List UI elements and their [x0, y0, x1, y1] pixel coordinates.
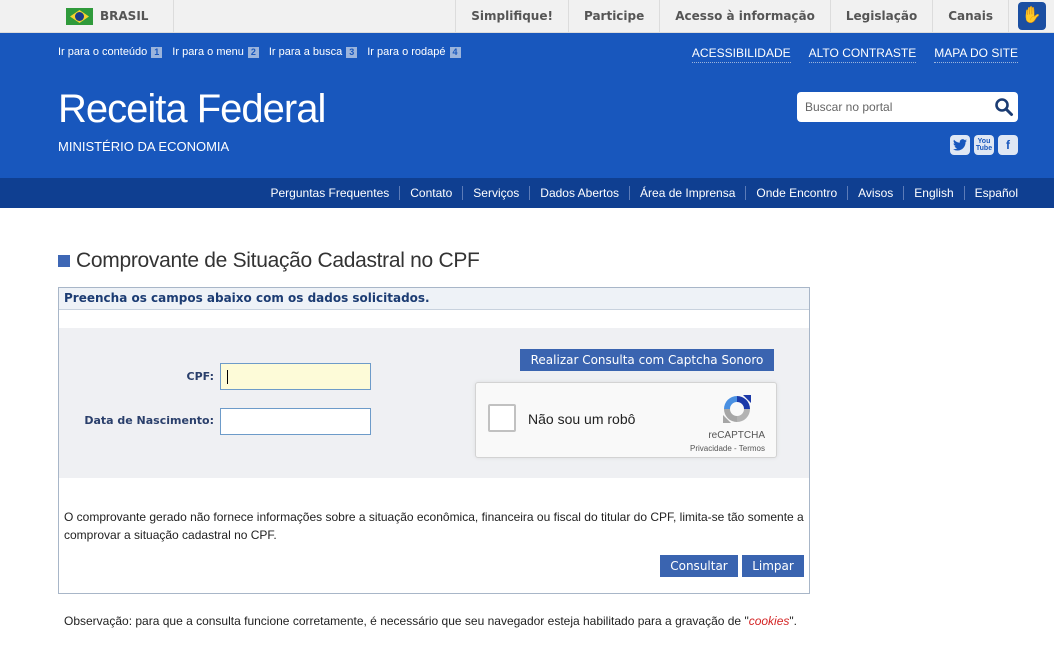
facebook-icon[interactable]: f	[998, 135, 1018, 155]
recaptcha-checkbox[interactable]	[488, 404, 516, 432]
accessibility-link[interactable]: ACESSIBILIDADE	[691, 46, 791, 63]
search-icon[interactable]	[994, 97, 1014, 117]
skip-link-label: Ir para o menu	[172, 46, 244, 58]
vlibras-button[interactable]: ✋	[1008, 0, 1054, 32]
form-fields-panel: CPF: Data de Nascimento: Realizar Consul…	[59, 328, 809, 478]
main-nav: Perguntas Frequentes Contato Serviços Da…	[0, 178, 1054, 208]
cpf-form: Preencha os campos abaixo com os dados s…	[58, 287, 810, 594]
skip-link-label: Ir para o rodapé	[367, 46, 446, 58]
cookies-note: Observação: para que a consulta funcione…	[64, 614, 797, 628]
consultar-button[interactable]: Consultar	[660, 555, 738, 577]
birth-date-label: Data de Nascimento:	[84, 414, 214, 427]
skip-key: 4	[449, 46, 461, 58]
note-prefix: Observação: para que a consulta funcione…	[64, 614, 749, 628]
skip-to-search[interactable]: Ir para a busca 3	[268, 46, 358, 58]
brasil-link[interactable]: BRASIL	[0, 0, 174, 32]
site-header: Ir para o conteúdo 1 Ir para o menu 2 Ir p…	[0, 33, 1054, 178]
recaptcha-brand: reCAPTCHA	[708, 430, 765, 441]
nav-avisos[interactable]: Avisos	[847, 186, 903, 200]
nav-area-imprensa[interactable]: Área de Imprensa	[629, 186, 745, 200]
search-box	[797, 92, 1018, 122]
skip-to-content[interactable]: Ir para o conteúdo 1	[58, 46, 163, 58]
youtube-icon[interactable]: You Tube	[974, 135, 994, 155]
gov-link-canais[interactable]: Canais	[932, 0, 1008, 32]
site-title[interactable]: Receita Federal	[58, 87, 326, 132]
youtube-glyph: Tube	[975, 145, 993, 152]
birth-date-input[interactable]	[220, 408, 371, 435]
brazil-flag-icon	[66, 8, 93, 25]
text-caret	[227, 370, 228, 384]
audio-captcha-button[interactable]: Realizar Consulta com Captcha Sonoro	[520, 349, 774, 371]
limpar-button[interactable]: Limpar	[742, 555, 804, 577]
nav-dados-abertos[interactable]: Dados Abertos	[529, 186, 629, 200]
skip-links: Ir para o conteúdo 1 Ir para o menu 2 Ir p…	[58, 46, 461, 58]
note-suffix: ".	[789, 614, 797, 628]
gov-bar: BRASIL Simplifique! Participe Acesso à i…	[0, 0, 1054, 33]
skip-link-label: Ir para o conteúdo	[58, 46, 148, 58]
nav-contato[interactable]: Contato	[399, 186, 462, 200]
high-contrast-link[interactable]: ALTO CONTRASTE	[808, 46, 917, 63]
recaptcha-widget: Não sou um robô reCAPTCHA Privacidade - …	[475, 382, 777, 458]
twitter-icon[interactable]	[950, 135, 970, 155]
page-title: Comprovante de Situação Cadastral no CPF	[76, 249, 480, 272]
search-input[interactable]	[797, 92, 987, 122]
site-subtitle: MINISTÉRIO DA ECONOMIA	[58, 139, 230, 154]
site-map-link[interactable]: MAPA DO SITE	[934, 46, 1018, 63]
heading-bullet-icon	[58, 255, 70, 267]
cpf-input[interactable]	[220, 363, 371, 390]
gov-link-simplifique[interactable]: Simplifique!	[455, 0, 568, 32]
gov-link-legislacao[interactable]: Legislação	[829, 0, 932, 32]
gov-links: Simplifique! Participe Acesso à informaç…	[455, 0, 1054, 32]
nav-espanol[interactable]: Español	[963, 186, 1018, 200]
disclaimer-text: O comprovante gerado não fornece informa…	[64, 510, 804, 542]
nav-onde-encontro[interactable]: Onde Encontro	[745, 186, 847, 200]
sign-language-icon: ✋	[1017, 2, 1046, 30]
gov-link-participe[interactable]: Participe	[567, 0, 659, 32]
form-instructions: Preencha os campos abaixo com os dados s…	[59, 288, 809, 310]
page-heading: Comprovante de Situação Cadastral no CPF	[58, 249, 480, 273]
recaptcha-label: Não sou um robô	[528, 411, 636, 427]
nav-perguntas-frequentes[interactable]: Perguntas Frequentes	[261, 186, 400, 200]
nav-servicos[interactable]: Serviços	[462, 186, 529, 200]
skip-link-label: Ir para a busca	[268, 46, 343, 58]
cookies-highlight: cookies	[748, 614, 790, 628]
accessibility-links: ACESSIBILIDADE ALTO CONTRASTE MAPA DO SI…	[691, 46, 1018, 63]
social-links: You Tube f	[950, 135, 1018, 155]
gov-link-acesso-informacao[interactable]: Acesso à informação	[659, 0, 830, 32]
recaptcha-logo-icon	[723, 395, 751, 423]
brasil-label: BRASIL	[100, 9, 149, 23]
nav-english[interactable]: English	[903, 186, 963, 200]
skip-to-menu[interactable]: Ir para o menu 2	[172, 46, 259, 58]
skip-key: 2	[247, 46, 259, 58]
skip-key: 3	[346, 46, 358, 58]
youtube-glyph: You	[977, 138, 991, 145]
skip-key: 1	[151, 46, 163, 58]
skip-to-footer[interactable]: Ir para o rodapé 4	[367, 46, 461, 58]
cpf-label: CPF:	[186, 370, 214, 383]
recaptcha-terms-link[interactable]: Privacidade - Termos	[690, 444, 765, 453]
